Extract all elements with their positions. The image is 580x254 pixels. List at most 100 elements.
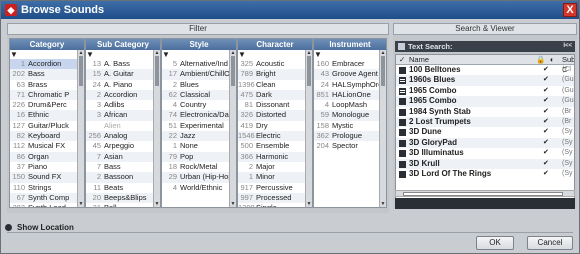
filter-item[interactable]: 86 Organ <box>10 151 84 162</box>
filter-item[interactable]: 158 Mystic <box>314 121 386 131</box>
vertical-scrollbar[interactable]: ▲ ▼ <box>77 50 84 207</box>
filter-item[interactable]: 16 Ethnic <box>10 110 84 121</box>
scrollbar-thumb[interactable] <box>79 56 83 86</box>
filter-item[interactable]: 22 Jazz <box>162 131 236 142</box>
filter-item[interactable]: 31 Bell <box>86 203 160 207</box>
scroll-down-icon[interactable]: ▼ <box>380 201 386 207</box>
filter-item[interactable]: 20 Beeps&Blips <box>86 192 160 204</box>
scrollbar-thumb[interactable] <box>403 192 563 196</box>
filter-item[interactable]: 160 Embracer <box>314 59 386 69</box>
rating-icon[interactable]: ◐ <box>550 55 555 65</box>
filter-item[interactable]: 256 Analog <box>86 131 160 142</box>
filter-item[interactable]: 67 Synth Comp <box>10 192 84 204</box>
filter-item[interactable]: 24 A. Piano <box>86 80 160 90</box>
scrollbar-thumb[interactable] <box>155 56 159 86</box>
filter-item[interactable]: 51 Experimental <box>162 121 236 131</box>
filter-item[interactable]: 82 Keyboard <box>10 131 84 142</box>
filter-item[interactable]: 4 LoopMash <box>314 100 386 110</box>
filter-item[interactable]: 112 Musical FX <box>10 141 84 151</box>
rewind-icon[interactable]: I<< <box>563 41 572 52</box>
filter-item[interactable]: 15 A. Guitar <box>86 69 160 80</box>
filter-item[interactable]: 29 Urban (Hip-Hop) <box>162 172 236 183</box>
filter-item[interactable]: 1396Clean <box>238 80 312 90</box>
filter-item[interactable]: 63 Brass <box>10 80 84 90</box>
filter-item[interactable]: 59 Monologue <box>314 110 386 121</box>
result-row[interactable]: 1984 Synth Stab ✔ (Br <box>396 107 574 117</box>
filter-item[interactable]: 45 Arpeggio <box>86 141 160 151</box>
result-row[interactable]: 3D GloryPad ✔ (Sy <box>396 137 574 149</box>
filter-item[interactable]: 325 Acoustic <box>238 59 312 69</box>
column-header[interactable]: Sub Category <box>86 39 160 50</box>
filter-item[interactable]: 18 Rock/Metal <box>162 162 236 172</box>
filter-item[interactable]: 4 Country <box>162 100 236 110</box>
filter-item[interactable]: 997 Processed <box>238 192 312 204</box>
result-row[interactable]: 100 Belltones ✔ (Cl <box>396 65 574 75</box>
filter-item[interactable]: 202 Bass <box>10 69 84 80</box>
filter-item[interactable]: 226 Drum&Perc <box>10 100 84 110</box>
filter-item[interactable]: 1 None <box>162 141 236 151</box>
vertical-scrollbar[interactable]: ▲ ▼ <box>153 50 160 207</box>
filter-item[interactable]: 24 HALSymphOrc <box>314 80 386 90</box>
results-horizontal-scrollbar[interactable] <box>395 190 575 197</box>
filter-item[interactable]: 81 Dissonant <box>238 100 312 110</box>
filter-item[interactable]: 4 World/Ethnic <box>162 183 236 193</box>
column-dropdown-icon[interactable]: ▼ <box>86 50 94 59</box>
filter-item[interactable]: Alien <box>86 121 160 131</box>
filter-item[interactable]: 1 Minor <box>238 172 312 183</box>
filter-item[interactable]: 37 Piano <box>10 162 84 172</box>
result-row[interactable]: 1965 Combo ✔ (Gu <box>396 96 574 107</box>
cancel-button[interactable]: Cancel <box>527 236 573 250</box>
result-row[interactable]: 1965 Combo ✔ (Gu <box>396 86 574 96</box>
column-header[interactable]: Category <box>10 39 84 50</box>
show-location-toggle[interactable]: Show Location <box>5 223 74 232</box>
scrollbar-thumb[interactable] <box>307 56 311 86</box>
column-header[interactable]: Character <box>238 39 312 50</box>
filter-item[interactable]: 419 Dry <box>238 121 312 131</box>
filter-item[interactable]: 127 Guitar/Pluck <box>10 121 84 131</box>
filter-item[interactable]: 2 Blues <box>162 80 236 90</box>
filter-item[interactable]: 11 Beats <box>86 183 160 193</box>
result-row[interactable]: 3D Krull ✔ (Sy <box>396 158 574 169</box>
title-bar[interactable]: ◆ Browse Sounds X <box>1 1 579 19</box>
filter-item[interactable]: 2 Accordion <box>86 89 160 101</box>
filter-item[interactable]: 150 Sound FX <box>10 172 84 183</box>
filter-item[interactable]: 917 Percussive <box>238 183 312 193</box>
filter-item[interactable]: 71 Chromatic P <box>10 89 84 101</box>
filter-item[interactable]: 326 Distorted <box>238 110 312 121</box>
scroll-down-icon[interactable]: ▼ <box>78 201 84 207</box>
lock-icon[interactable]: 🔒 <box>536 55 545 65</box>
filter-item[interactable]: 851 HALionOne <box>314 89 386 101</box>
scrollbar-thumb[interactable] <box>231 56 235 86</box>
column-dropdown-icon[interactable]: ▼ <box>314 50 322 59</box>
filter-item[interactable]: 789 Bright <box>238 69 312 80</box>
filter-item[interactable]: 1 Accordion <box>10 59 84 70</box>
filter-item[interactable]: 204 Spector <box>314 141 386 151</box>
filter-item[interactable]: 2 Bassoon <box>86 172 160 183</box>
filter-item[interactable]: 500 Ensemble <box>238 141 312 151</box>
result-row[interactable]: 3D Illuminatus ✔ (Sy <box>396 148 574 158</box>
filter-item[interactable]: 74 Electronica/Da <box>162 110 236 121</box>
filter-item[interactable]: 475 Dark <box>238 89 312 101</box>
result-row[interactable]: 1960s Blues ✔ (Gu <box>396 75 574 86</box>
column-dropdown-icon[interactable]: ▼ <box>238 50 246 59</box>
scroll-down-icon[interactable]: ▼ <box>306 201 312 207</box>
filter-item[interactable]: 13 A. Bass <box>86 59 160 69</box>
filter-item[interactable]: 110 Strings <box>10 183 84 193</box>
column-header[interactable]: Style <box>162 39 236 50</box>
filter-item[interactable]: 3 African <box>86 110 160 121</box>
result-row[interactable]: 3D Lord Of The Rings ✔ (Sy <box>396 169 574 179</box>
ok-button[interactable]: OK <box>476 236 514 250</box>
scroll-down-icon[interactable]: ▼ <box>230 201 236 207</box>
filter-item[interactable]: 62 Classical <box>162 89 236 101</box>
filter-item[interactable]: 43 Groove Agent <box>314 69 386 80</box>
column-dropdown-icon[interactable]: ▼ <box>10 50 18 59</box>
filter-item[interactable]: 1209Single <box>238 203 312 207</box>
scrollbar-thumb[interactable] <box>381 56 385 86</box>
vertical-scrollbar[interactable]: ▲ ▼ <box>305 50 312 207</box>
result-row[interactable]: 3D Dune ✔ (Sy <box>396 127 574 137</box>
scroll-down-icon[interactable]: ▼ <box>154 201 160 207</box>
result-row[interactable]: 2 Lost Trumpets ✔ (Br <box>396 116 574 128</box>
column-header[interactable]: Instrument <box>314 39 386 50</box>
filter-item[interactable]: 7 Bass <box>86 162 160 172</box>
filter-item[interactable]: 366 Harmonic <box>238 151 312 162</box>
